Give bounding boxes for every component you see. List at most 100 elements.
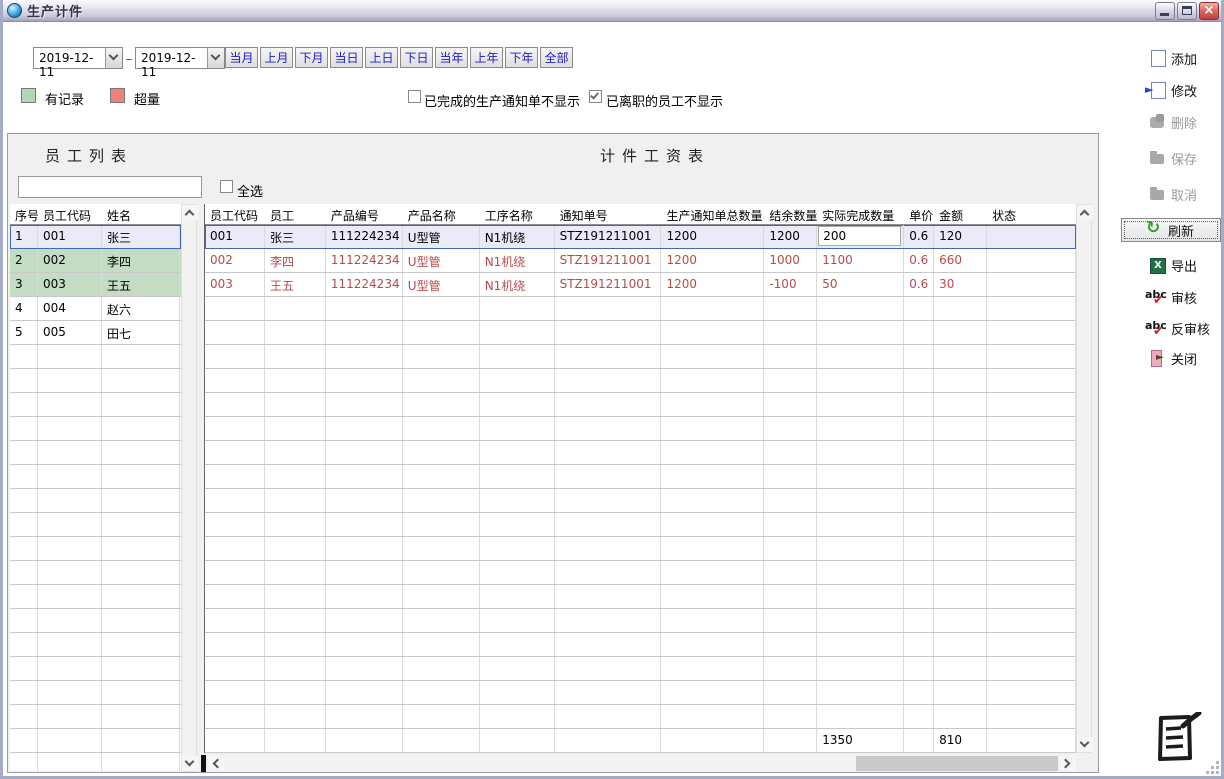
column-header[interactable]: 员工	[265, 204, 326, 224]
sidebar-button-close-door[interactable]: 关闭	[1121, 346, 1221, 370]
column-header[interactable]: 产品名称	[403, 204, 480, 224]
cell	[987, 657, 1076, 680]
check-icon	[590, 90, 599, 99]
scroll-up-button[interactable]	[1077, 205, 1093, 220]
sidebar-button-add-doc[interactable]: 添加	[1121, 46, 1221, 70]
date-to-dropdown[interactable]	[207, 48, 224, 68]
sidebar-button-excel[interactable]: 导出	[1121, 253, 1221, 277]
cell: N1机绕	[480, 273, 555, 296]
cell: 002	[205, 249, 265, 272]
employee-table-vscrollbar[interactable]	[181, 204, 197, 772]
column-header[interactable]: 生产通知单总数量	[661, 204, 764, 224]
cell	[987, 393, 1076, 416]
close-button[interactable]: ×	[1199, 2, 1219, 20]
column-header[interactable]: 实际完成数量	[817, 204, 904, 224]
employee-row[interactable]: 1001张三	[10, 225, 181, 249]
column-header[interactable]: 通知单号	[555, 204, 662, 224]
cell	[934, 657, 987, 680]
sidebar-button-refresh[interactable]: 刷新	[1121, 218, 1221, 242]
column-header[interactable]: 结余数量	[764, 204, 817, 224]
app-window: 生产计件 × 2019-12-11 – 2019-12-11 当月上月下月当日上…	[0, 0, 1224, 779]
cell	[102, 537, 180, 560]
maximize-icon	[1182, 6, 1192, 15]
cell	[934, 609, 987, 632]
period-button-5[interactable]: 下日	[400, 47, 433, 68]
piecework-row[interactable]: 002李四111224234U型管N1机绕STZ1912110011200100…	[205, 249, 1076, 273]
column-header[interactable]: 工序名称	[480, 204, 555, 224]
minimize-button[interactable]	[1155, 2, 1175, 20]
period-button-1[interactable]: 上月	[260, 47, 293, 68]
empty-row	[10, 441, 181, 465]
sidebar-button-unaudit[interactable]: 反审核	[1121, 316, 1221, 340]
date-from-dropdown[interactable]	[105, 48, 122, 68]
cell	[934, 513, 987, 536]
column-header[interactable]: 序号	[10, 204, 38, 224]
cell: 0.6	[904, 273, 934, 296]
sidebar-button-modify[interactable]: 修改	[1121, 78, 1221, 102]
cell	[205, 417, 265, 440]
pane-splitter[interactable]	[201, 755, 206, 772]
period-button-3[interactable]: 当日	[330, 47, 363, 68]
cell	[403, 729, 480, 752]
column-header[interactable]: 姓名	[102, 204, 180, 224]
employee-row[interactable]: 2002李四	[10, 249, 181, 273]
cell	[555, 465, 662, 488]
hide-completed-checkbox[interactable]	[408, 90, 421, 103]
date-to-combo[interactable]: 2019-12-11	[135, 47, 225, 69]
hide-resigned-checkbox[interactable]	[589, 90, 602, 103]
cell: STZ191211001	[555, 273, 662, 296]
cell	[480, 729, 555, 752]
cell	[480, 513, 555, 536]
employee-row[interactable]: 4004赵六	[10, 297, 181, 321]
scroll-down-button[interactable]	[182, 756, 198, 771]
cell	[38, 513, 102, 536]
cell	[403, 465, 480, 488]
period-button-8[interactable]: 下年	[505, 47, 538, 68]
resize-grip-icon[interactable]	[1207, 762, 1219, 774]
cell	[661, 609, 764, 632]
cell	[403, 417, 480, 440]
cell	[403, 561, 480, 584]
cell: 1100	[817, 249, 904, 272]
column-header[interactable]: 员工代码	[38, 204, 102, 224]
cell	[661, 393, 764, 416]
scroll-up-button[interactable]	[182, 205, 198, 220]
column-header[interactable]: 员工代码	[205, 204, 265, 224]
employee-row[interactable]: 5005田七	[10, 321, 181, 345]
cell	[326, 657, 403, 680]
cell	[934, 465, 987, 488]
period-button-4[interactable]: 上日	[365, 47, 398, 68]
piecework-row[interactable]: 003王五111224234U型管N1机绕STZ1912110011200-10…	[205, 273, 1076, 297]
period-button-7[interactable]: 上年	[470, 47, 503, 68]
cell	[934, 393, 987, 416]
employee-search-input[interactable]	[18, 176, 202, 198]
employee-row[interactable]: 3003王五	[10, 273, 181, 297]
scroll-right-button[interactable]	[1060, 756, 1076, 771]
scroll-left-button[interactable]	[208, 756, 224, 771]
piecework-table-hscrollbar[interactable]	[208, 755, 1076, 772]
sidebar-button-audit[interactable]: 审核	[1121, 285, 1221, 309]
period-button-9[interactable]: 全部	[540, 47, 573, 68]
column-header[interactable]: 单价	[904, 204, 934, 224]
column-header[interactable]: 金额	[934, 204, 987, 224]
excel-icon	[1149, 256, 1167, 274]
column-header[interactable]: 产品编号	[326, 204, 403, 224]
period-button-0[interactable]: 当月	[225, 47, 258, 68]
cell	[764, 729, 817, 752]
inline-cell-editor[interactable]: 200	[818, 226, 901, 246]
summary-row: 1350810	[205, 729, 1076, 753]
period-button-6[interactable]: 当年	[435, 47, 468, 68]
cell	[205, 561, 265, 584]
cell: 田七	[102, 321, 180, 344]
date-from-combo[interactable]: 2019-12-11	[33, 47, 123, 69]
period-button-2[interactable]: 下月	[295, 47, 328, 68]
piecework-row[interactable]: 001张三111224234U型管N1机绕STZ1912110011200120…	[205, 225, 1076, 249]
hscrollbar-thumb[interactable]	[856, 756, 1058, 771]
cell	[904, 609, 934, 632]
column-header[interactable]: 状态	[987, 204, 1076, 224]
cell	[403, 297, 480, 320]
maximize-button[interactable]	[1177, 2, 1197, 20]
scroll-down-button[interactable]	[1077, 737, 1093, 752]
piecework-table-vscrollbar[interactable]	[1076, 204, 1092, 753]
select-all-checkbox[interactable]	[220, 180, 233, 193]
